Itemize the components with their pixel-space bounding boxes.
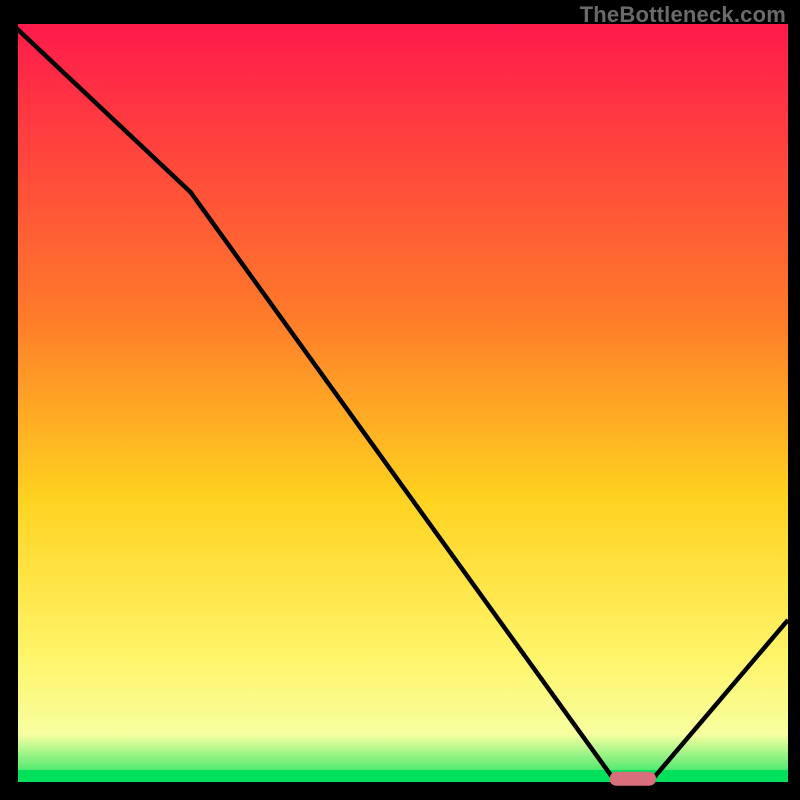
optimal-marker — [610, 772, 657, 786]
x-axis — [12, 782, 788, 788]
gradient-background — [12, 24, 788, 788]
bottleneck-chart — [12, 24, 788, 788]
chart-frame — [12, 24, 788, 788]
y-axis — [12, 24, 18, 788]
